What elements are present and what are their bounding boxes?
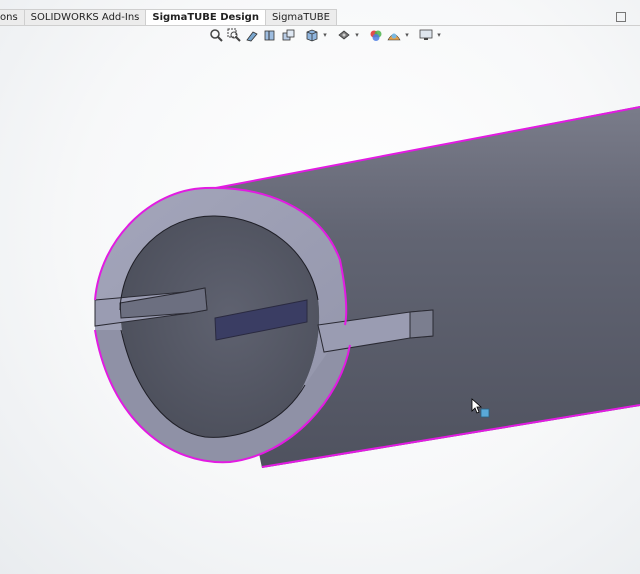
zoom-to-fit-icon[interactable] — [208, 27, 224, 43]
section-view-icon[interactable] — [262, 27, 278, 43]
slot-right-wall — [409, 309, 434, 339]
tab-ons[interactable]: ons — [0, 9, 25, 26]
view-orientation-dropdown[interactable]: ▾ — [322, 31, 328, 39]
tab-sigmatube[interactable]: SigmaTUBE — [264, 9, 337, 26]
view-settings-dropdown[interactable]: ▾ — [436, 31, 442, 39]
edit-appearance-icon[interactable] — [368, 27, 384, 43]
tab-solidworks-add-ins[interactable]: SOLIDWORKS Add-Ins — [23, 9, 147, 26]
tab-sigmatube-design[interactable]: SigmaTUBE Design — [145, 9, 266, 26]
display-style-dropdown[interactable]: ▾ — [354, 31, 360, 39]
tube-model[interactable] — [0, 0, 640, 574]
command-manager-tabs: ons SOLIDWORKS Add-Ins SigmaTUBE Design … — [0, 8, 640, 26]
previous-view-icon[interactable] — [244, 27, 260, 43]
restore-window-icon[interactable] — [616, 12, 626, 22]
apply-scene-icon[interactable] — [386, 27, 402, 43]
graphics-area[interactable]: ons SOLIDWORKS Add-Ins SigmaTUBE Design … — [0, 0, 640, 574]
heads-up-view-toolbar: ▾ ▾ ▾ ▾ — [208, 26, 442, 44]
view-orientation-icon[interactable] — [304, 27, 320, 43]
zoom-to-area-icon[interactable] — [226, 27, 242, 43]
display-style-icon[interactable] — [336, 27, 352, 43]
dynamic-annotation-views-icon[interactable] — [280, 27, 296, 43]
apply-scene-dropdown[interactable]: ▾ — [404, 31, 410, 39]
view-settings-icon[interactable] — [418, 27, 434, 43]
